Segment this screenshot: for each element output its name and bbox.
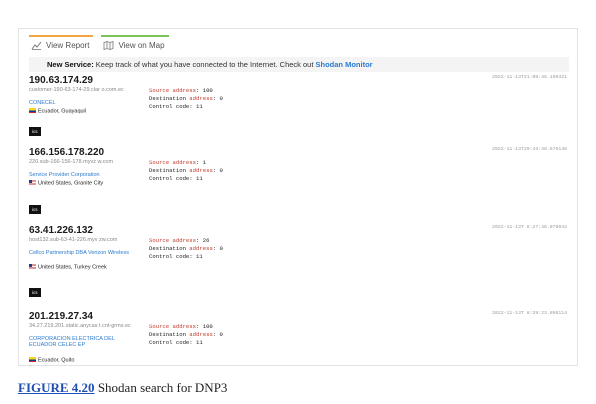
result-location-text: Ecuador, Quito: [38, 357, 75, 364]
tab-view-on-map[interactable]: View on Map: [101, 35, 169, 55]
result-timestamp: 2022-11-13T20:43:48.575148: [492, 147, 567, 152]
result-org-link[interactable]: CORPORACION ELECTRICA DEL ECUADOR CELEC …: [29, 336, 135, 349]
figure-caption-text: Shodan search for DNP3: [94, 380, 228, 395]
source-address-value: : 1: [196, 159, 207, 166]
result-location: United States, Turkey Creek: [29, 264, 135, 271]
tab-view-report[interactable]: View Report: [29, 35, 94, 55]
result-location: United States, Granite City: [29, 180, 135, 187]
control-code: Control code: 11: [149, 175, 203, 183]
report-chart-icon: [31, 41, 42, 50]
control-code: Control code: 11: [149, 103, 203, 111]
result-banner-text: Source address: 26 Destination address: …: [149, 237, 223, 262]
result-ip-link[interactable]: 63.41.226.132: [29, 225, 93, 236]
result-hostname: customer-190-63-174-29.clar o.com.ec: [29, 87, 124, 93]
result-timestamp: 2022-11-13T 8:29:23.866114: [492, 311, 567, 316]
ics-tag[interactable]: ics: [29, 127, 41, 136]
destination-address-value: : 0: [212, 167, 223, 175]
result-location-text: United States, Granite City: [38, 180, 104, 187]
destination-label: Destination: [149, 245, 190, 253]
source-address-label: Source address: [149, 159, 196, 166]
result-location: Ecuador, Quito: [29, 357, 135, 364]
source-address-label: Source address: [149, 87, 196, 94]
destination-label: Destination: [149, 167, 190, 175]
result-org-link[interactable]: Cellco Partnership DBA Verizon Wireless: [29, 250, 135, 256]
destination-address-value: : 0: [212, 95, 223, 103]
shodan-monitor-link[interactable]: Shodan Monitor: [316, 60, 373, 69]
result-item: 190.63.174.29 customer-190-63-174-29.cla…: [29, 75, 569, 137]
result-ip-link[interactable]: 190.63.174.29: [29, 75, 93, 86]
control-code: Control code: 11: [149, 339, 203, 347]
result-ip-link[interactable]: 201.219.27.34: [29, 311, 93, 322]
destination-address-key: address: [189, 331, 213, 339]
source-address-value: : 100: [196, 323, 213, 330]
result-timestamp: 2022-11-13T21:06:48.169321: [492, 75, 567, 80]
result-item: 201.219.27.34 34.27.219.201.static.anyca…: [29, 311, 569, 365]
banner-heading: New Service:: [47, 60, 94, 69]
destination-address-value: : 0: [212, 245, 223, 253]
destination-label: Destination: [149, 95, 190, 103]
ics-tag[interactable]: ics: [29, 205, 41, 214]
result-location: Ecuador, Guayaquil: [29, 108, 135, 115]
result-ip-link[interactable]: 166.156.178.220: [29, 147, 104, 158]
result-location-text: Ecuador, Guayaquil: [38, 108, 87, 115]
result-location-text: United States, Turkey Creek: [38, 264, 107, 271]
result-hostname: 220.sub-166-156-178.myvz w.com: [29, 159, 114, 165]
destination-address-key: address: [189, 245, 213, 253]
destination-address-value: : 0: [212, 331, 223, 339]
result-banner-text: Source address: 100 Destination address:…: [149, 87, 223, 112]
result-hostname: 34.27.219.201.static.anycas t.cnt-grms.e…: [29, 323, 131, 329]
result-hostname: host132.sub-63-41-226.myv zw.com: [29, 237, 118, 243]
tab-view-report-label: View Report: [46, 40, 90, 50]
map-icon: [103, 40, 114, 50]
result-banner-text: Source address: 1 Destination address: 0…: [149, 159, 223, 184]
source-address-label: Source address: [149, 323, 196, 330]
result-org-link[interactable]: Service Provider Corporation: [29, 172, 135, 178]
destination-address-key: address: [189, 95, 213, 103]
new-service-banner: New Service: Keep track of what you have…: [29, 57, 569, 72]
source-address-value: : 26: [196, 237, 210, 244]
figure-link[interactable]: FIGURE 4.20: [18, 380, 95, 395]
result-timestamp: 2022-11-13T 8:27:46.078042: [492, 225, 567, 230]
destination-address-key: address: [189, 167, 213, 175]
ics-tag[interactable]: ics: [29, 288, 41, 297]
united-states-flag-icon: [29, 264, 36, 269]
figure-caption: FIGURE 4.20 Shodan search for DNP3: [18, 380, 227, 396]
result-org-link[interactable]: CONECEL: [29, 100, 135, 106]
united-states-flag-icon: [29, 180, 36, 185]
banner-text: Keep track of what you have connected to…: [93, 60, 316, 69]
result-item: 166.156.178.220 220.sub-166-156-178.myvz…: [29, 147, 569, 217]
shodan-results-screenshot: View Report View on Map New Service: Kee…: [18, 28, 578, 366]
source-address-label: Source address: [149, 237, 196, 244]
control-code: Control code: 11: [149, 253, 203, 261]
tab-view-on-map-label: View on Map: [118, 40, 165, 50]
source-address-value: : 100: [196, 87, 213, 94]
view-tabs: View Report View on Map: [29, 35, 169, 55]
ecuador-flag-icon: [29, 108, 36, 113]
ecuador-flag-icon: [29, 357, 36, 362]
result-item: 63.41.226.132 host132.sub-63-41-226.myv …: [29, 225, 569, 301]
result-banner-text: Source address: 100 Destination address:…: [149, 323, 223, 348]
destination-label: Destination: [149, 331, 190, 339]
